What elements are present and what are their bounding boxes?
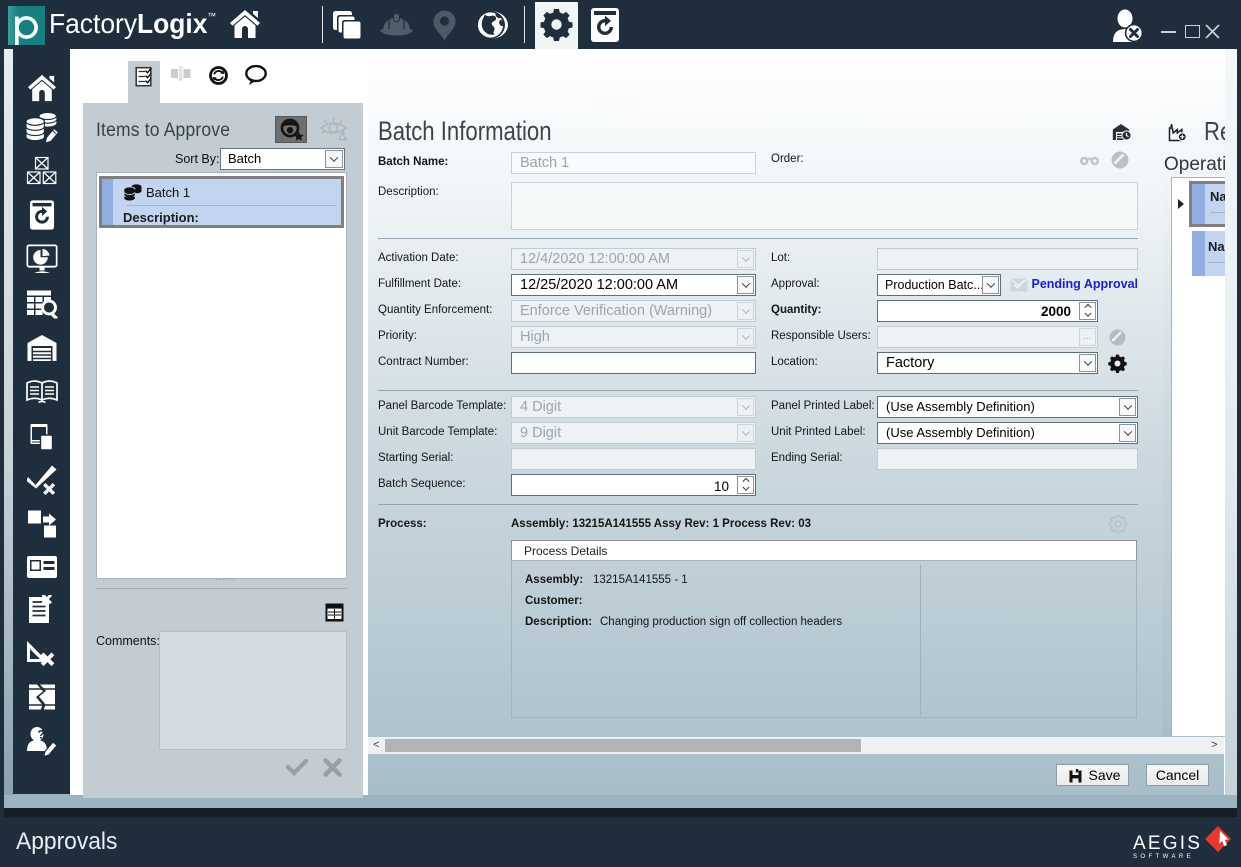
svg-text:SOFTWARE: SOFTWARE <box>1133 854 1194 860</box>
svg-text:?: ? <box>37 728 44 742</box>
svg-text:AEGIS: AEGIS <box>1133 833 1202 854</box>
